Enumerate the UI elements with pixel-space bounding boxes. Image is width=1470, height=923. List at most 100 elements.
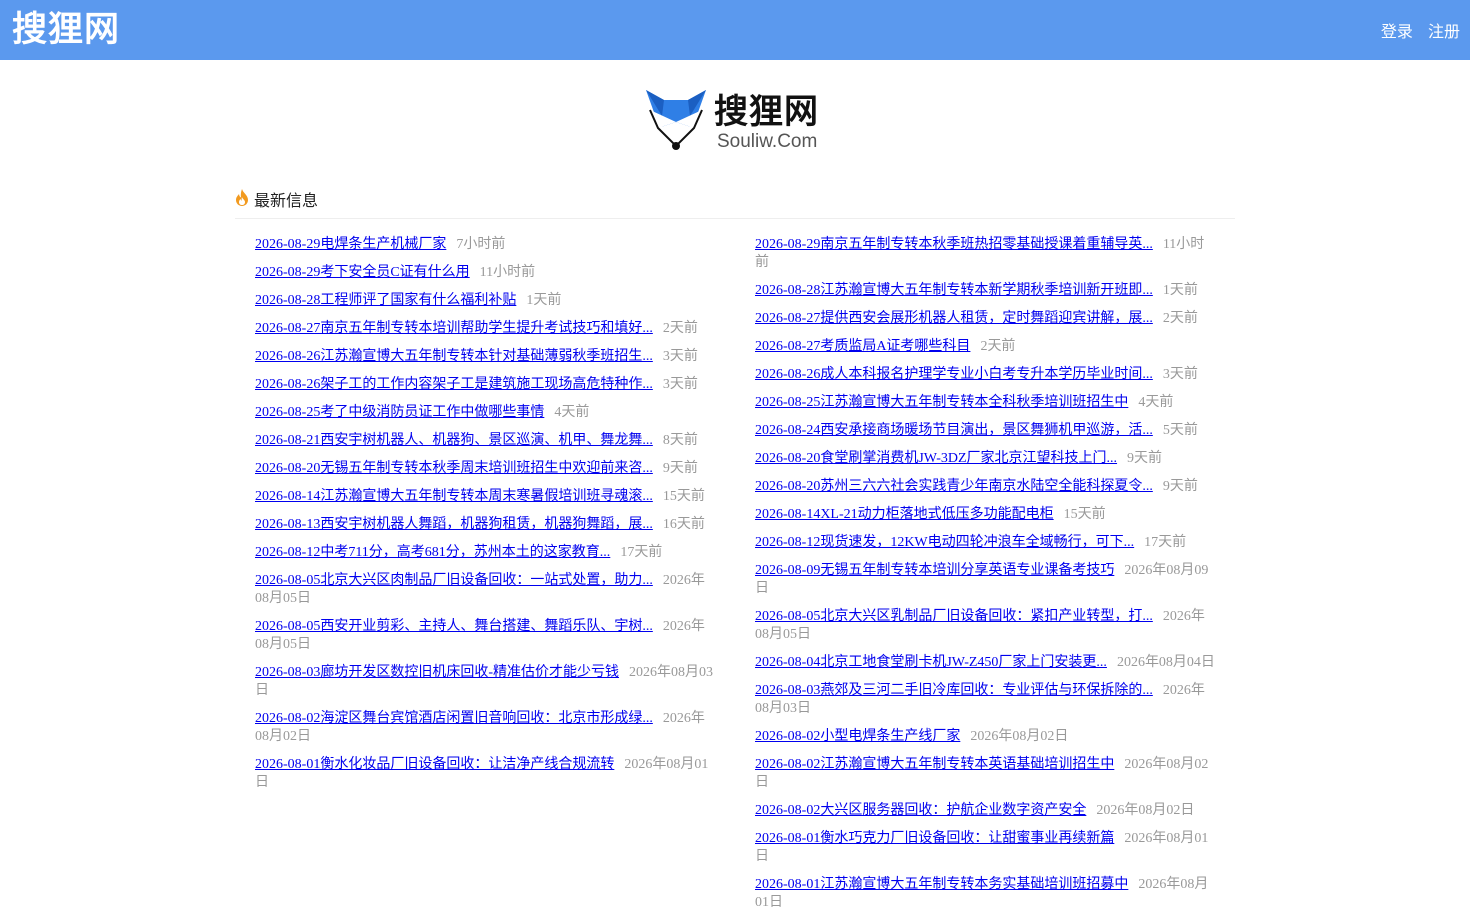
news-link[interactable]: 2026-08-02江苏瀚宣博大五年制专转本英语基础培训招生中 — [755, 757, 1114, 772]
news-time: 3天前 — [662, 377, 698, 392]
news-link[interactable]: 2026-08-05西安开业剪彩、主持人、舞台搭建、舞蹈乐队、宇树... — [255, 619, 653, 634]
login-link[interactable]: 登录 — [1381, 22, 1413, 41]
news-link[interactable]: 2026-08-01衡水化妆品厂旧设备回收：让洁净产线合规流转 — [255, 757, 614, 772]
news-item: 2026-08-02海淀区舞台宾馆酒店闲置旧音响回收：北京市形成绿... 2026… — [255, 710, 715, 746]
news-time: 2天前 — [980, 339, 1016, 354]
auth-links: 登录 注册 — [1371, 18, 1460, 42]
news-time: 9天前 — [1127, 451, 1163, 466]
news-item: 2026-08-27考质监局A证考哪些科目 2天前 — [755, 338, 1215, 356]
news-time: 16天前 — [662, 517, 705, 532]
news-time: 15天前 — [1063, 507, 1106, 522]
news-item: 2026-08-05北京大兴区肉制品厂旧设备回收：一站式处置，助力... 2026… — [255, 572, 715, 608]
news-item: 2026-08-25江苏瀚宣博大五年制专转本全科秋季培训班招生中 4天前 — [755, 394, 1215, 412]
news-item: 2026-08-24西安承接商场暖场节目演出，景区舞狮机甲巡游，活... 5天前 — [755, 422, 1215, 440]
news-link[interactable]: 2026-08-20无锡五年制专转本秋季周末培训班招生中欢迎前来咨... — [255, 461, 653, 476]
news-link[interactable]: 2026-08-04北京工地食堂刷卡机JW-Z450厂家上门安装更... — [755, 655, 1107, 670]
news-item: 2026-08-03燕郊及三河二手旧冷库回收：专业评估与环保拆除的... 2026… — [755, 682, 1215, 718]
news-item: 2026-08-13西安宇树机器人舞蹈，机器狗租赁，机器狗舞蹈，展... 16天前 — [255, 516, 715, 534]
news-item: 2026-08-03廊坊开发区数控旧机床回收-精准估价才能少亏钱 2026年08月… — [255, 664, 715, 700]
news-item: 2026-08-29电焊条生产机械厂家 7小时前 — [255, 236, 715, 254]
news-link[interactable]: 2026-08-27南京五年制专转本培训帮助学生提升考试技巧和填好... — [255, 321, 653, 336]
news-item: 2026-08-25考了中级消防员证工作中做哪些事情 4天前 — [255, 404, 715, 422]
site-logo[interactable]: 搜狸网 Souliw.Com — [644, 88, 834, 154]
news-link[interactable]: 2026-08-26架子工的工作内容架子工是建筑施工现场高危特种作... — [255, 377, 653, 392]
news-time: 17天前 — [1144, 535, 1187, 550]
news-time: 2026年08月02日 — [970, 729, 1069, 744]
news-link[interactable]: 2026-08-03燕郊及三河二手旧冷库回收：专业评估与环保拆除的... — [755, 683, 1153, 698]
news-item: 2026-08-20苏州三六六社会实践青少年南京水陆空全能科探夏令... 9天前 — [755, 478, 1215, 496]
news-item: 2026-08-29南京五年制专转本秋季班热招零基础授课着重辅导英... 11小时… — [755, 236, 1215, 272]
news-time: 3天前 — [662, 349, 698, 364]
news-time: 4天前 — [1138, 395, 1174, 410]
news-link[interactable]: 2026-08-14江苏瀚宣博大五年制专转本周末寒暑假培训班寻魂滚... — [255, 489, 653, 504]
fox-logo-icon — [646, 90, 706, 150]
news-link[interactable]: 2026-08-03廊坊开发区数控旧机床回收-精准估价才能少亏钱 — [255, 665, 619, 680]
news-item: 2026-08-02大兴区服务器回收：护航企业数字资产安全 2026年08月02日 — [755, 802, 1215, 820]
news-time: 8天前 — [662, 433, 698, 448]
news-time: 2026年08月04日 — [1116, 655, 1215, 670]
news-link[interactable]: 2026-08-02大兴区服务器回收：护航企业数字资产安全 — [755, 803, 1086, 818]
news-link[interactable]: 2026-08-09无锡五年制专转本培训分享英语专业课备考技巧 — [755, 563, 1114, 578]
news-link[interactable]: 2026-08-20苏州三六六社会实践青少年南京水陆空全能科探夏令... — [755, 479, 1153, 494]
news-item: 2026-08-26成人本科报名护理学专业小白考专升本学历毕业时间... 3天前 — [755, 366, 1215, 384]
news-item: 2026-08-26架子工的工作内容架子工是建筑施工现场高危特种作... 3天前 — [255, 376, 715, 394]
news-link[interactable]: 2026-08-01衡水巧克力厂旧设备回收：让甜蜜事业再续新篇 — [755, 831, 1114, 846]
news-link[interactable]: 2026-08-29考下安全员C证有什么用 — [255, 265, 470, 280]
news-item: 2026-08-27提供西安会展形机器人租赁，定时舞蹈迎宾讲解，展... 2天前 — [755, 310, 1215, 328]
news-link[interactable]: 2026-08-27考质监局A证考哪些科目 — [755, 339, 970, 354]
news-item: 2026-08-27南京五年制专转本培训帮助学生提升考试技巧和填好... 2天前 — [255, 320, 715, 338]
news-link[interactable]: 2026-08-28工程师评了国家有什么福利补贴 — [255, 293, 516, 308]
register-link[interactable]: 注册 — [1428, 22, 1460, 41]
news-link[interactable]: 2026-08-29南京五年制专转本秋季班热招零基础授课着重辅导英... — [755, 237, 1153, 252]
news-link[interactable]: 2026-08-13西安宇树机器人舞蹈，机器狗租赁，机器狗舞蹈，展... — [255, 517, 653, 532]
section-title: 最新信息 — [254, 191, 319, 210]
latest-info-header: 最新信息 — [235, 185, 1235, 219]
news-time: 17天前 — [620, 545, 663, 560]
fire-icon — [236, 189, 248, 206]
news-item: 2026-08-01衡水化妆品厂旧设备回收：让洁净产线合规流转 2026年08月0… — [255, 756, 715, 792]
news-list-right: 2026-08-29南京五年制专转本秋季班热招零基础授课着重辅导英... 11小时… — [755, 236, 1215, 922]
news-item: 2026-08-12现货速发，12KW电动四轮冲浪车全域畅行，可下... 17天前 — [755, 534, 1215, 552]
news-list-left: 2026-08-29电焊条生产机械厂家 7小时前 2026-08-29考下安全员C证… — [255, 236, 715, 802]
news-time: 2天前 — [1162, 311, 1198, 326]
news-link[interactable]: 2026-08-12现货速发，12KW电动四轮冲浪车全域畅行，可下... — [755, 535, 1134, 550]
news-time: 5天前 — [1162, 423, 1198, 438]
news-link[interactable]: 2026-08-02海淀区舞台宾馆酒店闲置旧音响回收：北京市形成绿... — [255, 711, 653, 726]
news-item: 2026-08-05西安开业剪彩、主持人、舞台搭建、舞蹈乐队、宇树... 2026… — [255, 618, 715, 654]
news-item: 2026-08-21西安宇树机器人、机器狗、景区巡演、机甲、舞龙舞... 8天前 — [255, 432, 715, 450]
news-link[interactable]: 2026-08-12中考711分，高考681分，苏州本土的这家教育... — [255, 545, 610, 560]
news-link[interactable]: 2026-08-29电焊条生产机械厂家 — [255, 237, 446, 252]
news-link[interactable]: 2026-08-02小型电焊条生产线厂家 — [755, 729, 960, 744]
news-link[interactable]: 2026-08-25考了中级消防员证工作中做哪些事情 — [255, 405, 544, 420]
news-link[interactable]: 2026-08-25江苏瀚宣博大五年制专转本全科秋季培训班招生中 — [755, 395, 1128, 410]
news-link[interactable]: 2026-08-21西安宇树机器人、机器狗、景区巡演、机甲、舞龙舞... — [255, 433, 653, 448]
news-time: 1天前 — [1162, 283, 1198, 298]
news-link[interactable]: 2026-08-26成人本科报名护理学专业小白考专升本学历毕业时间... — [755, 367, 1153, 382]
news-item: 2026-08-28工程师评了国家有什么福利补贴 1天前 — [255, 292, 715, 310]
news-time: 4天前 — [554, 405, 590, 420]
news-link[interactable]: 2026-08-05北京大兴区乳制品厂旧设备回收：紧扣产业转型，打... — [755, 609, 1153, 624]
news-time: 9天前 — [1162, 479, 1198, 494]
news-link[interactable]: 2026-08-26江苏瀚宣博大五年制专转本针对基础薄弱秋季班招生... — [255, 349, 653, 364]
news-link[interactable]: 2026-08-27提供西安会展形机器人租赁，定时舞蹈迎宾讲解，展... — [755, 311, 1153, 326]
news-link[interactable]: 2026-08-24西安承接商场暖场节目演出，景区舞狮机甲巡游，活... — [755, 423, 1153, 438]
news-link[interactable]: 2026-08-28江苏瀚宣博大五年制专转本新学期秋季培训新开班即... — [755, 283, 1153, 298]
news-item: 2026-08-14XL-21动力柜落地式低压多功能配电柜 15天前 — [755, 506, 1215, 524]
news-item: 2026-08-02江苏瀚宣博大五年制专转本英语基础培训招生中 2026年08月0… — [755, 756, 1215, 792]
site-brand[interactable]: 搜狸网 — [12, 8, 120, 52]
news-time: 2天前 — [662, 321, 698, 336]
news-time: 1天前 — [526, 293, 562, 308]
news-item: 2026-08-14江苏瀚宣博大五年制专转本周末寒暑假培训班寻魂滚... 15天前 — [255, 488, 715, 506]
logo-name: 搜狸网 — [714, 92, 819, 132]
news-link[interactable]: 2026-08-05北京大兴区肉制品厂旧设备回收：一站式处置，助力... — [255, 573, 653, 588]
news-item: 2026-08-02小型电焊条生产线厂家 2026年08月02日 — [755, 728, 1215, 746]
news-item: 2026-08-01江苏瀚宣博大五年制专转本务实基础培训班招募中 2026年08月… — [755, 876, 1215, 912]
news-link[interactable]: 2026-08-14XL-21动力柜落地式低压多功能配电柜 — [755, 507, 1054, 522]
news-time: 15天前 — [662, 489, 705, 504]
news-item: 2026-08-01衡水巧克力厂旧设备回收：让甜蜜事业再续新篇 2026年08月0… — [755, 830, 1215, 866]
news-item: 2026-08-05北京大兴区乳制品厂旧设备回收：紧扣产业转型，打... 2026… — [755, 608, 1215, 644]
news-link[interactable]: 2026-08-01江苏瀚宣博大五年制专转本务实基础培训班招募中 — [755, 877, 1128, 892]
news-item: 2026-08-28江苏瀚宣博大五年制专转本新学期秋季培训新开班即... 1天前 — [755, 282, 1215, 300]
news-time: 7小时前 — [456, 237, 506, 252]
news-link[interactable]: 2026-08-20食堂刷掌消费机JW-3DZ厂家北京江望科技上门... — [755, 451, 1117, 466]
